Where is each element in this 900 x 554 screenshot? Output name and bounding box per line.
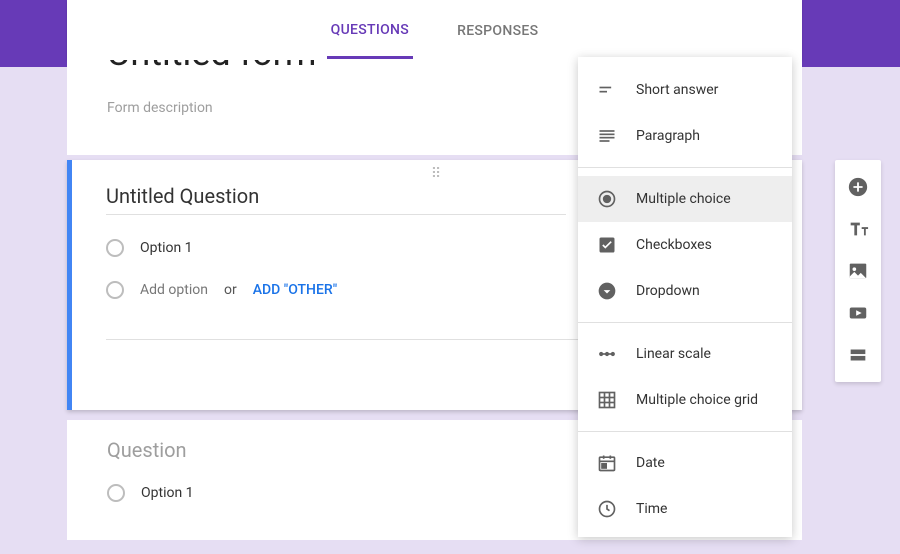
menu-multiple-choice[interactable]: Multiple choice bbox=[578, 176, 792, 222]
text-icon bbox=[847, 218, 869, 240]
clock-icon bbox=[596, 498, 618, 520]
question-title-input[interactable]: Untitled Question bbox=[106, 184, 566, 215]
menu-label: Paragraph bbox=[636, 128, 700, 144]
video-icon bbox=[847, 302, 869, 324]
editor-side-toolbar bbox=[835, 160, 881, 382]
image-icon bbox=[847, 260, 869, 282]
radio-icon bbox=[107, 484, 125, 502]
radio-icon bbox=[106, 239, 124, 257]
menu-time[interactable]: Time bbox=[578, 486, 792, 532]
menu-separator bbox=[578, 431, 792, 432]
question-type-menu: Short answer Paragraph Multiple choice C… bbox=[578, 57, 792, 537]
add-title-button[interactable] bbox=[847, 218, 869, 240]
menu-label: Multiple choice bbox=[636, 191, 731, 207]
menu-label: Dropdown bbox=[636, 283, 700, 299]
tab-questions[interactable]: QUESTIONS bbox=[327, 2, 413, 59]
menu-paragraph[interactable]: Paragraph bbox=[578, 113, 792, 159]
menu-linear-scale[interactable]: Linear scale bbox=[578, 331, 792, 377]
menu-label: Checkboxes bbox=[636, 237, 712, 253]
add-option-button[interactable]: Add option bbox=[140, 282, 208, 298]
add-other-button[interactable]: ADD "OTHER" bbox=[253, 282, 337, 298]
menu-mc-grid[interactable]: Multiple choice grid bbox=[578, 377, 792, 423]
calendar-icon bbox=[596, 452, 618, 474]
section-icon bbox=[847, 344, 869, 366]
tab-responses[interactable]: RESPONSES bbox=[453, 3, 542, 57]
menu-date[interactable]: Date bbox=[578, 440, 792, 486]
radio-checked-icon bbox=[596, 188, 618, 210]
linear-scale-icon bbox=[596, 343, 618, 365]
or-label: or bbox=[224, 282, 237, 298]
checkbox-icon bbox=[596, 234, 618, 256]
dropdown-icon bbox=[596, 280, 618, 302]
menu-dropdown[interactable]: Dropdown bbox=[578, 268, 792, 314]
plus-circle-icon bbox=[847, 176, 869, 198]
form-tabs: QUESTIONS RESPONSES bbox=[67, 0, 802, 60]
add-image-button[interactable] bbox=[847, 260, 869, 282]
menu-label: Time bbox=[636, 501, 667, 517]
short-answer-icon bbox=[596, 79, 618, 101]
menu-label: Multiple choice grid bbox=[636, 392, 758, 408]
add-video-button[interactable] bbox=[847, 302, 869, 324]
menu-separator bbox=[578, 322, 792, 323]
paragraph-icon bbox=[596, 125, 618, 147]
grid-icon bbox=[596, 389, 618, 411]
option-text-1[interactable]: Option 1 bbox=[140, 240, 193, 256]
add-section-button[interactable] bbox=[847, 344, 869, 366]
question2-option-text: Option 1 bbox=[141, 485, 194, 501]
menu-short-answer[interactable]: Short answer bbox=[578, 67, 792, 113]
menu-separator bbox=[578, 167, 792, 168]
menu-label: Date bbox=[636, 455, 665, 471]
menu-label: Linear scale bbox=[636, 346, 711, 362]
menu-label: Short answer bbox=[636, 82, 718, 98]
add-question-button[interactable] bbox=[847, 176, 869, 198]
radio-icon bbox=[106, 281, 124, 299]
menu-checkboxes[interactable]: Checkboxes bbox=[578, 222, 792, 268]
drag-handle-icon[interactable]: ⠿ bbox=[431, 166, 443, 182]
